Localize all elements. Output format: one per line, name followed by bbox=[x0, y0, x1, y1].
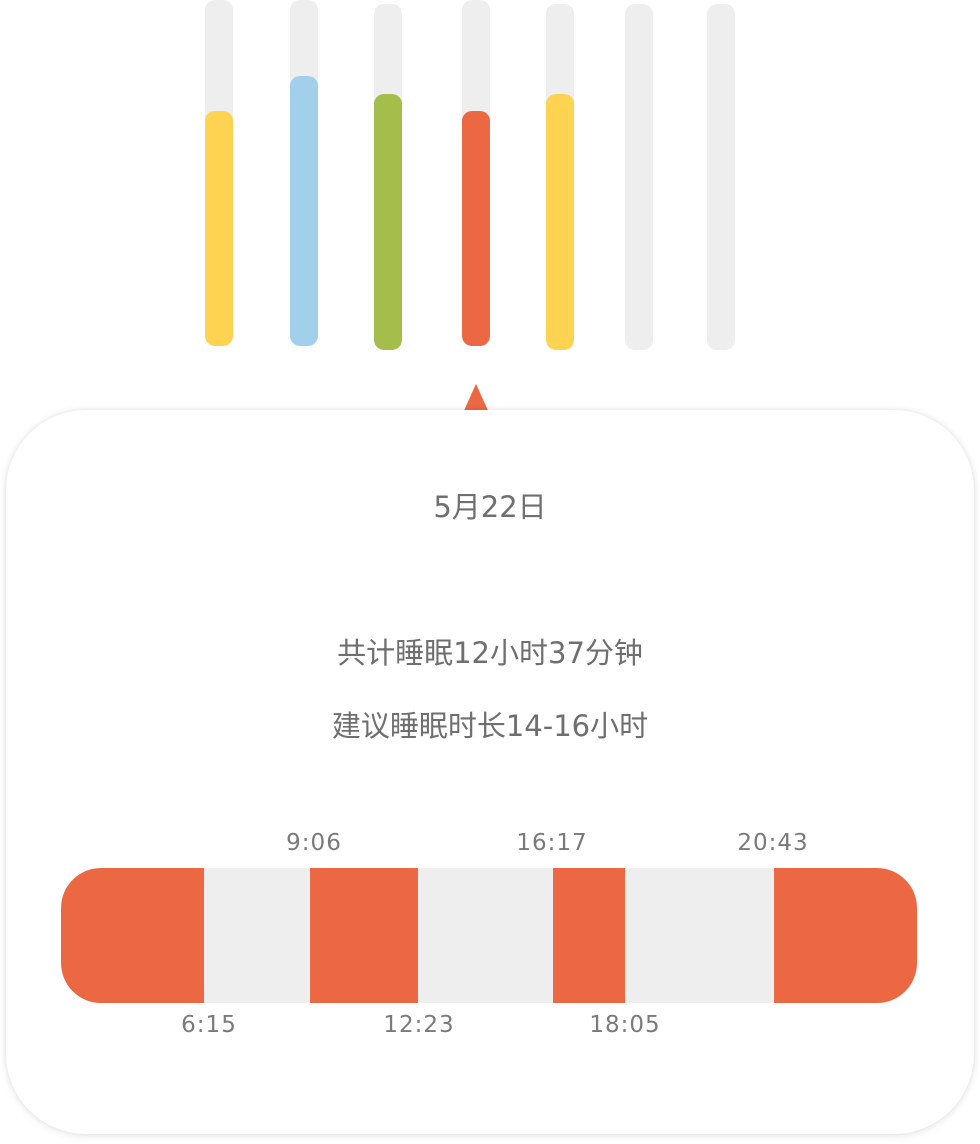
total-sleep-text: 共计睡眠12小时37分钟 bbox=[337, 636, 643, 670]
day-bar-2[interactable] bbox=[290, 0, 318, 346]
sleep-timeline bbox=[61, 868, 917, 1003]
day-bar-fill bbox=[546, 94, 574, 350]
timeline-label-top: 20:43 bbox=[737, 830, 809, 856]
day-bar-fill bbox=[374, 94, 402, 350]
recommended-sleep-text: 建议睡眠时长14-16小时 bbox=[331, 709, 649, 743]
timeline-label-bottom: 12:23 bbox=[383, 1012, 455, 1038]
day-bar-5[interactable] bbox=[546, 4, 574, 350]
day-bar-1[interactable] bbox=[205, 0, 233, 346]
weekly-sleep-bars bbox=[0, 0, 980, 360]
sleep-segment bbox=[774, 868, 917, 1003]
detail-date: 5月22日 bbox=[433, 490, 547, 524]
sleep-segment bbox=[553, 868, 625, 1003]
timeline-label-bottom: 6:15 bbox=[181, 1012, 237, 1038]
day-bar-fill bbox=[290, 76, 318, 346]
timeline-label-top: 9:06 bbox=[286, 830, 342, 856]
sleep-segment bbox=[310, 868, 418, 1003]
day-bar-6[interactable] bbox=[625, 4, 653, 350]
day-bar-4[interactable] bbox=[462, 0, 490, 346]
timeline-label-top: 16:17 bbox=[516, 830, 588, 856]
timeline-label-bottom: 18:05 bbox=[589, 1012, 661, 1038]
sleep-segment bbox=[61, 868, 204, 1003]
day-bar-3[interactable] bbox=[374, 4, 402, 350]
day-bar-fill bbox=[205, 111, 233, 346]
day-bar-fill bbox=[462, 111, 490, 346]
day-bar-7[interactable] bbox=[707, 4, 735, 350]
day-detail-card: 5月22日 共计睡眠12小时37分钟 建议睡眠时长14-16小时 9:06 16… bbox=[6, 410, 974, 1134]
